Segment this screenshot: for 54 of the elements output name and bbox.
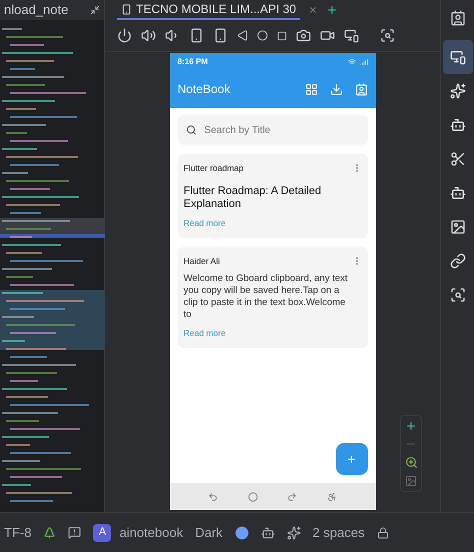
grid-icon[interactable] (304, 82, 318, 96)
device-tab[interactable]: TECNO MOBILE LIM...API 30 (117, 0, 300, 20)
status-time: 8:16 PM (178, 56, 208, 68)
camera-icon[interactable] (296, 28, 311, 43)
dot-icon[interactable] (234, 526, 249, 540)
overview-icon[interactable] (277, 30, 287, 40)
image-icon (450, 219, 466, 235)
video-icon[interactable] (320, 28, 335, 43)
note-label: Haider Ali (184, 254, 220, 268)
scan-icon (450, 287, 466, 303)
back-gesture-icon[interactable] (208, 492, 218, 502)
sparkle-icon (450, 83, 466, 99)
zoom-in-icon[interactable] (405, 420, 417, 432)
robot-icon (450, 117, 466, 133)
indent-label[interactable]: 2 spaces (312, 522, 365, 542)
note-body: Welcome to Gboard clipboard, any text you copy will be saved here.Tap on a clip to paste it in the text box.Welcome to (184, 273, 349, 322)
scissors-icon (450, 151, 466, 167)
theme-label[interactable]: Dark (195, 522, 223, 542)
note-card[interactable]: Flutter roadmap Flutter Roadmap: A Detailed Explanation Read more (178, 154, 368, 238)
signal-icon (360, 58, 368, 66)
link-icon (450, 253, 466, 269)
search-field[interactable]: Search by Title (178, 115, 368, 145)
note-title: Flutter Roadmap: A Detailed Explanation (184, 184, 322, 211)
add-note-button[interactable]: + (336, 443, 368, 475)
note-label: Flutter roadmap (184, 162, 244, 175)
accessibility-icon[interactable] (326, 492, 337, 502)
tree-icon[interactable] (43, 526, 56, 539)
project-badge: A (93, 524, 112, 542)
lock-icon[interactable] (376, 526, 389, 538)
assistant-icon[interactable] (260, 526, 275, 540)
power-icon[interactable] (117, 28, 132, 43)
home-button-icon[interactable] (248, 492, 258, 502)
download-icon[interactable] (330, 82, 342, 96)
close-icon[interactable] (308, 5, 318, 15)
tool-window-button[interactable] (442, 40, 472, 74)
contact-icon[interactable] (354, 82, 368, 96)
search-icon (186, 124, 196, 136)
sparkle-icon[interactable] (286, 526, 301, 540)
app-title: NoteBook (178, 81, 232, 98)
home-icon[interactable] (257, 30, 268, 41)
minimize-icon[interactable] (90, 5, 100, 15)
search-input: Search by Title (204, 122, 360, 138)
note-card[interactable]: Haider Ali Welcome to Gboard clipboard, any text you copy will be saved here.Tap on a clip to paste it in the text box.Welcome to Read more (178, 246, 368, 348)
robot-icon (450, 185, 466, 201)
phone-icon (121, 4, 132, 14)
encoding-label[interactable]: TF-8 (4, 522, 32, 542)
wifi-icon (348, 58, 356, 66)
devices-icon (450, 49, 466, 65)
inspect-icon[interactable] (380, 28, 395, 43)
add-icon[interactable] (326, 4, 338, 16)
project-name[interactable]: ainotebook (119, 522, 184, 542)
message-icon[interactable] (68, 526, 82, 539)
volume-up-icon[interactable] (141, 28, 156, 43)
back-icon[interactable] (237, 30, 248, 41)
